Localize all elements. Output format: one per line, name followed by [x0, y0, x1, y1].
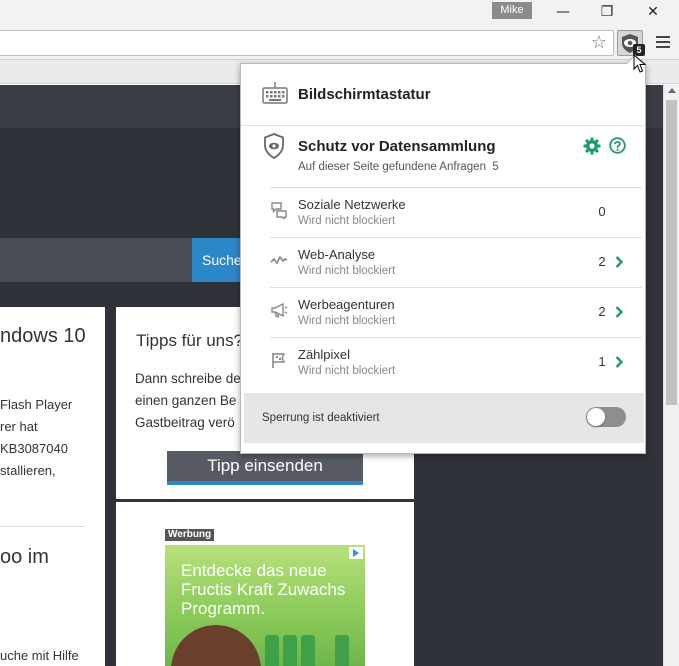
requests-label: Auf dieser Seite gefundene Anfragen — [298, 161, 486, 173]
ad-photo — [171, 625, 261, 666]
category-count: 2 — [598, 304, 606, 319]
ad-choices-icon[interactable] — [349, 547, 363, 559]
window-titlebar: Mike — ❐ ✕ — [0, 0, 679, 26]
scroll-up-icon[interactable] — [668, 88, 676, 93]
category-row-tracking-pixels[interactable]: Zählpixel Wird nicht blockiert 1 — [270, 337, 642, 387]
category-name: Zählpixel — [298, 347, 351, 362]
ad-text-line: Entdecke das neue — [181, 561, 327, 580]
browser-menu-icon[interactable] — [656, 36, 670, 50]
close-button[interactable]: ✕ — [642, 3, 664, 21]
ad-product — [265, 635, 279, 666]
article-text-line: KB3087040 — [0, 441, 68, 456]
help-icon[interactable] — [609, 137, 626, 154]
data-protection-header: Schutz vor Datensammlung Auf dieser Seit… — [241, 127, 645, 187]
tips-heading: Tipps für uns? — [136, 331, 244, 350]
blocking-status-label: Sperrung ist deaktiviert — [262, 412, 380, 424]
category-status: Wird nicht blockiert — [298, 365, 396, 377]
ad-card: Werbung Entdecke das neue Fructis Kraft … — [116, 502, 414, 666]
chevron-right-icon[interactable] — [615, 256, 623, 268]
gear-icon[interactable] — [583, 137, 601, 155]
tips-text-line: Dann schreibe de — [135, 371, 241, 386]
category-count: 0 — [598, 204, 606, 219]
category-status: Wird nicht blockiert — [298, 265, 396, 277]
ad-product — [301, 635, 315, 666]
article-title[interactable]: ndows 10 — [0, 325, 86, 348]
megaphone-icon — [271, 302, 288, 318]
article-title[interactable]: oo im — [0, 546, 49, 569]
article-text-line: uche mit Hilfe — [0, 648, 79, 663]
keyboard-title: Bildschirmtastatur — [298, 86, 431, 103]
category-status: Wird nicht blockiert — [298, 315, 396, 327]
profile-badge[interactable]: Mike — [492, 2, 532, 19]
category-name: Werbeagenturen — [298, 297, 395, 312]
site-search-input[interactable] — [0, 238, 192, 282]
chevron-right-icon[interactable] — [615, 306, 623, 318]
tips-text-line: einen ganzen Be — [135, 393, 237, 408]
article-text-line: rer hat — [0, 419, 38, 434]
tips-text-line: Gastbeitrag verö — [135, 415, 235, 430]
speech-bubbles-icon — [271, 202, 287, 219]
category-name: Soziale Netzwerke — [298, 197, 406, 212]
keyboard-icon — [262, 82, 288, 104]
address-bar[interactable]: ☆ — [0, 30, 614, 56]
analytics-wave-icon — [270, 255, 288, 265]
minimize-button[interactable]: — — [552, 3, 574, 21]
browser-toolbar: ☆ 5 — [0, 26, 679, 60]
ad-banner[interactable]: Entdecke das neue Fructis Kraft Zuwachs … — [165, 545, 365, 666]
mouse-cursor-icon — [633, 54, 647, 73]
chevron-right-icon[interactable] — [615, 356, 623, 368]
blocking-toggle[interactable] — [586, 407, 626, 427]
ad-text-line: Programm. — [181, 599, 266, 618]
bookmark-star-icon[interactable]: ☆ — [591, 33, 607, 53]
category-name: Web-Analyse — [298, 247, 376, 262]
requests-found-label: Auf dieser Seite gefundene Anfragen 5 — [298, 161, 499, 173]
requests-count: 5 — [492, 161, 499, 173]
on-screen-keyboard-row[interactable]: Bildschirmtastatur — [241, 64, 645, 126]
flag-pixel-icon — [272, 353, 286, 368]
ad-product — [335, 635, 349, 666]
restore-button[interactable]: ❐ — [596, 3, 618, 21]
article-text-line: Flash Player — [0, 397, 73, 412]
blocking-footer: Sperrung ist deaktiviert — [244, 393, 644, 443]
ad-label: Werbung — [165, 529, 215, 541]
category-count: 1 — [598, 354, 606, 369]
protection-title: Schutz vor Datensammlung — [298, 138, 496, 155]
ad-text-line: Fructis Kraft Zuwachs — [181, 580, 346, 599]
scroll-thumb[interactable] — [666, 100, 677, 405]
article-card: ndows 10 Flash Player rer hat KB3087040 … — [0, 307, 105, 666]
shield-eye-icon — [264, 133, 284, 159]
toggle-knob[interactable] — [587, 408, 605, 426]
article-text-line: stallieren, — [0, 463, 56, 478]
category-status: Wird nicht blockiert — [298, 215, 396, 227]
page-scrollbar[interactable] — [663, 85, 679, 666]
privacy-popup: Bildschirmtastatur Schutz vor Datensamml… — [240, 54, 646, 454]
send-tip-button[interactable]: Tipp einsenden — [167, 451, 363, 485]
category-row-web-analytics[interactable]: Web-Analyse Wird nicht blockiert 2 — [270, 237, 642, 287]
divider — [0, 526, 85, 527]
category-row-social: Soziale Netzwerke Wird nicht blockiert 0 — [270, 187, 642, 237]
category-count: 2 — [598, 254, 606, 269]
category-row-ad-agencies[interactable]: Werbeagenturen Wird nicht blockiert 2 — [270, 287, 642, 337]
ad-product — [283, 635, 297, 666]
